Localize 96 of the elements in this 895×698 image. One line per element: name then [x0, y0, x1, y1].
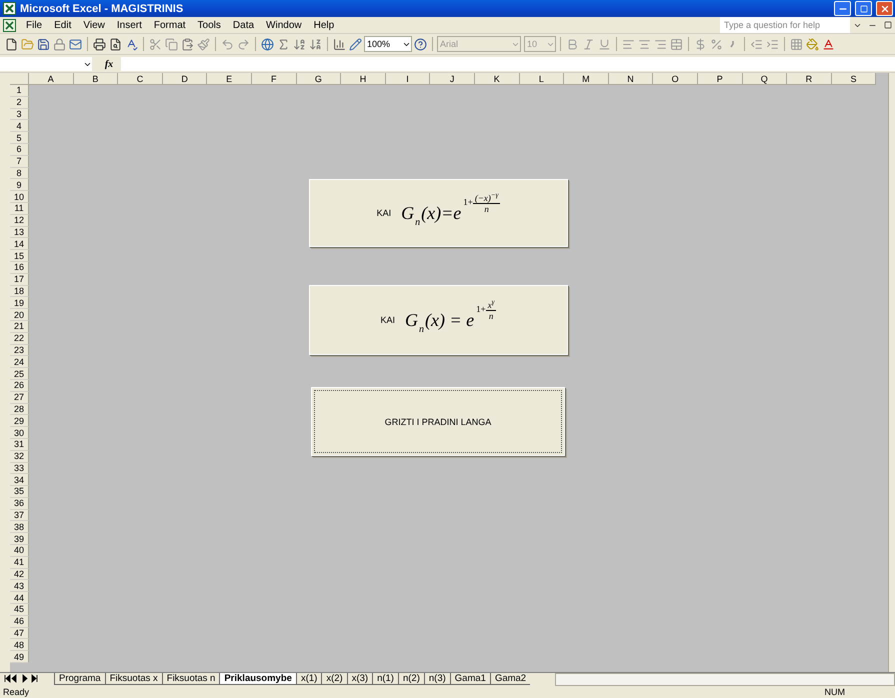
row-header[interactable]: 12 — [10, 214, 29, 227]
column-header[interactable]: M — [564, 73, 609, 85]
row-header[interactable]: 13 — [10, 226, 29, 238]
menu-item[interactable]: Edit — [48, 20, 78, 30]
row-header[interactable]: 23 — [10, 344, 29, 356]
row-header[interactable]: 30 — [10, 427, 29, 439]
column-header[interactable]: L — [520, 73, 564, 85]
column-header[interactable]: I — [386, 73, 430, 85]
column-header[interactable]: O — [653, 73, 698, 85]
status-text: Ready — [3, 687, 30, 697]
row-header[interactable]: 8 — [10, 168, 29, 180]
row-header[interactable]: 47 — [10, 628, 29, 640]
row-header[interactable]: 34 — [10, 474, 29, 486]
row-header[interactable]: 22 — [10, 332, 29, 345]
row-header[interactable]: 25 — [10, 368, 29, 380]
column-header[interactable]: H — [341, 73, 386, 85]
menu-item[interactable]: View — [77, 20, 111, 30]
row-header[interactable]: 15 — [10, 250, 29, 262]
row-header[interactable]: 27 — [10, 392, 29, 404]
sheet-tab[interactable]: Gama1 — [450, 673, 490, 685]
row-header[interactable]: 32 — [10, 450, 29, 462]
sheet-tab[interactable]: Fiksuotas x — [104, 673, 162, 685]
row-header[interactable]: 14 — [10, 238, 29, 250]
column-header[interactable]: C — [118, 73, 163, 85]
window-title: Microsoft Excel - MAGISTRINIS — [20, 2, 184, 14]
row-header[interactable]: 21 — [10, 320, 29, 333]
row-header[interactable]: 16 — [10, 262, 29, 274]
sheet-tab[interactable]: n(1) — [372, 673, 398, 685]
menu-item[interactable]: Help — [308, 20, 340, 30]
column-header[interactable]: B — [74, 73, 118, 85]
row-header[interactable]: 5 — [10, 132, 29, 144]
row-header[interactable]: 49 — [10, 651, 29, 664]
row-header[interactable]: 35 — [10, 486, 29, 498]
sheet-tab[interactable]: x(1) — [296, 673, 322, 685]
row-header[interactable]: 19 — [10, 297, 29, 310]
row-header[interactable]: 37 — [10, 510, 29, 522]
row-header[interactable]: 36 — [10, 498, 29, 510]
row-header[interactable]: 10 — [10, 191, 29, 203]
sheet-tab[interactable]: Priklausomybe — [219, 673, 296, 685]
row-header[interactable]: 1 — [10, 85, 29, 97]
num-lock-indicator: NUM — [824, 687, 845, 697]
row-header[interactable]: 29 — [10, 415, 29, 428]
row-header[interactable]: 2 — [10, 96, 29, 109]
menu-item[interactable]: File — [20, 20, 48, 30]
menu-item[interactable]: Insert — [110, 20, 148, 30]
menu-item[interactable]: Format — [148, 20, 192, 30]
row-header[interactable]: 4 — [10, 120, 29, 132]
sheet-tab[interactable]: n(2) — [398, 673, 424, 685]
row-header[interactable]: 26 — [10, 380, 29, 392]
sheet-tab[interactable]: x(3) — [346, 673, 372, 685]
column-header[interactable]: E — [207, 73, 252, 85]
column-header[interactable]: K — [474, 73, 520, 85]
row-header[interactable]: 3 — [10, 108, 29, 120]
row-header[interactable]: 43 — [10, 580, 29, 592]
column-header[interactable]: A — [29, 73, 74, 85]
row-header[interactable]: 24 — [10, 356, 29, 368]
menu-item[interactable]: Tools — [192, 20, 227, 30]
row-header[interactable]: 28 — [10, 404, 29, 416]
row-header[interactable]: 11 — [10, 202, 29, 215]
zoom-dropdown[interactable]: 100% — [364, 36, 412, 52]
row-header[interactable]: 39 — [10, 533, 29, 546]
menu-item[interactable]: Data — [226, 20, 260, 30]
row-header[interactable]: 46 — [10, 616, 29, 628]
row-header[interactable]: 31 — [10, 438, 29, 451]
menu-item[interactable]: Window — [260, 20, 308, 30]
column-header[interactable]: R — [787, 73, 832, 85]
row-header[interactable]: 20 — [10, 309, 29, 321]
row-header[interactable]: 7 — [10, 156, 29, 168]
row-header[interactable]: 9 — [10, 179, 29, 192]
column-header[interactable]: G — [296, 73, 342, 85]
column-header[interactable]: J — [430, 73, 475, 85]
column-header[interactable]: Q — [742, 73, 788, 85]
row-header[interactable]: 38 — [10, 521, 29, 534]
return-button[interactable]: GRIZTI I PRADINI LANGA — [311, 387, 565, 456]
insert-function-label[interactable]: fx — [97, 58, 121, 70]
sheet-tab[interactable]: Programa — [54, 673, 105, 685]
row-header[interactable]: 45 — [10, 604, 29, 616]
row-header[interactable]: 40 — [10, 545, 29, 557]
column-header[interactable]: S — [832, 73, 876, 85]
sheet-tab[interactable]: Gama2 — [490, 673, 530, 685]
row-header[interactable]: 33 — [10, 462, 29, 474]
row-header[interactable]: 18 — [10, 286, 29, 298]
row-header[interactable]: 6 — [10, 144, 29, 156]
row-header[interactable]: 17 — [10, 274, 29, 286]
help-search-field[interactable]: Type a question for help — [720, 17, 850, 33]
sheet-tab[interactable]: x(2) — [321, 673, 347, 685]
sheet-tab[interactable]: Fiksuotas n — [162, 673, 220, 685]
row-header[interactable]: 48 — [10, 639, 29, 652]
row-header[interactable]: 42 — [10, 568, 29, 580]
row-header[interactable]: 44 — [10, 592, 29, 604]
column-header[interactable]: F — [252, 73, 297, 85]
sheet-tab[interactable]: n(3) — [424, 673, 450, 685]
row-header[interactable]: 41 — [10, 556, 29, 569]
column-header[interactable]: D — [162, 73, 208, 85]
column-header[interactable]: N — [608, 73, 654, 85]
column-header[interactable]: P — [698, 73, 742, 85]
